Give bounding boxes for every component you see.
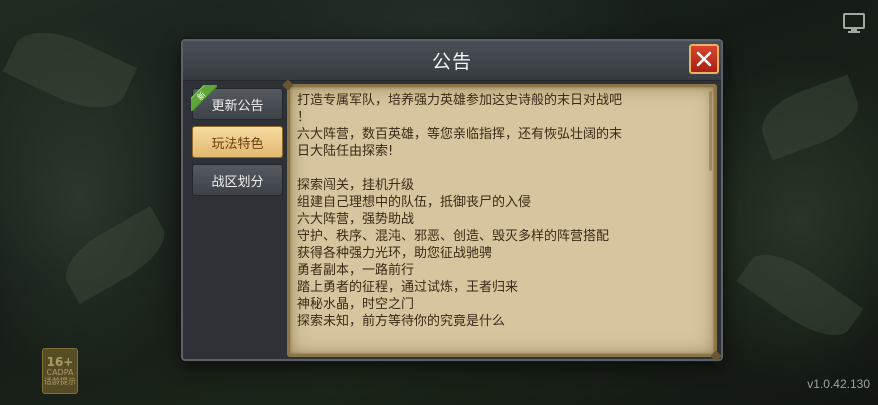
text-line: 获得各种强力光环，助您征战驰骋 xyxy=(297,246,493,261)
tab-label: 更新公告 xyxy=(211,98,264,114)
text-line: 神秘水晶，时空之门 xyxy=(297,297,415,312)
text-line: 踏上勇者的征程，通过试炼，王者归来 xyxy=(297,280,519,295)
content-scrollbar[interactable] xyxy=(709,91,712,171)
text-line: 组建自己理想中的队伍，抵御丧尸的入侵 xyxy=(297,195,532,210)
age-rating-label: 适龄提示 xyxy=(44,376,76,386)
text-line: 日大陆任由探索! xyxy=(297,144,394,159)
tab-label: 战区划分 xyxy=(211,174,264,190)
tab-update-notice[interactable]: 新 更新公告 xyxy=(191,85,283,120)
text-line: 勇者副本，一路前行 xyxy=(297,263,415,278)
text-line: 打造专属军队，培养强力英雄参加这史诗般的末日对战吧 xyxy=(297,93,623,108)
text-line: 六大阵营，数百英雄，等您亲临指挥，还有恢弘壮阔的末 xyxy=(297,127,623,142)
dialog-header: 公告 xyxy=(183,41,721,81)
tab-server-zones[interactable]: 战区划分 xyxy=(192,164,283,196)
monitor-icon[interactable] xyxy=(842,12,866,34)
content-panel[interactable]: 打造专属军队，培养强力英雄参加这史诗般的末日对战吧 ！ 六大阵营，数百英雄，等您… xyxy=(287,84,717,357)
new-badge-label: 新 xyxy=(191,85,217,111)
dialog-body: 新 更新公告 玩法特色 战区划分 打造专属军队，培养强力英雄参加这史诗般的末日对… xyxy=(183,83,721,359)
announcement-dialog: 公告 新 更新公告 玩法特色 战区划分 打造专属军队，培养强力英雄参加这史诗般的… xyxy=(181,39,723,361)
announcement-text: 打造专属军队，培养强力英雄参加这史诗般的末日对战吧 ！ 六大阵营，数百英雄，等您… xyxy=(297,92,705,330)
version-label: v1.0.42.130 xyxy=(807,377,870,391)
age-rating-badge: 16+ CADPA 适龄提示 xyxy=(42,348,78,394)
background-leaf xyxy=(2,17,138,123)
text-line: 守护、秩序、混沌、邪恶、创造、毁灭多样的阵营搭配 xyxy=(297,229,610,244)
tab-gameplay-features[interactable]: 玩法特色 xyxy=(192,126,283,158)
text-line: 探索闯关，挂机升级 xyxy=(297,178,415,193)
background-leaf xyxy=(736,240,864,350)
close-button[interactable] xyxy=(689,44,719,74)
text-line: 六大阵营，强势助战 xyxy=(297,212,415,227)
age-rating-value: 16+ xyxy=(46,354,74,369)
dialog-title: 公告 xyxy=(431,51,472,73)
close-icon xyxy=(696,51,712,67)
tab-label: 玩法特色 xyxy=(211,136,264,152)
text-line xyxy=(297,160,705,177)
text-line: ！ xyxy=(297,110,311,125)
text-line: 探索未知，前方等待你的究竟是什么 xyxy=(297,314,506,329)
background-leaf xyxy=(753,74,867,161)
background-leaf xyxy=(54,205,176,305)
new-badge: 新 xyxy=(191,85,217,111)
